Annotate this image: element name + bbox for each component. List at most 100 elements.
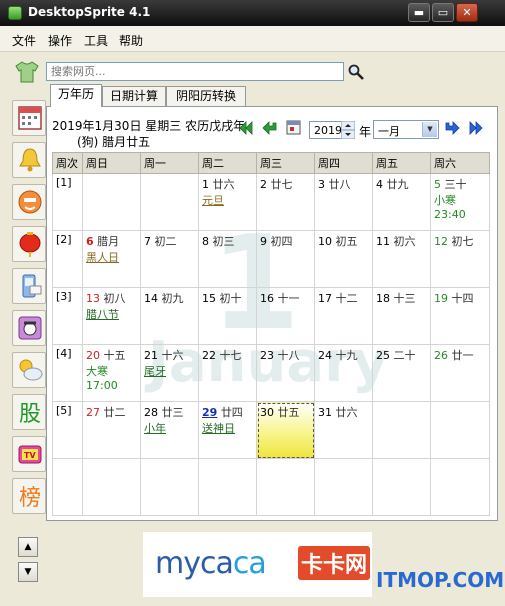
day-cell[interactable]: 26 廿一: [430, 344, 490, 402]
festival-label: 黑人日: [86, 251, 119, 264]
tab-perpetual-calendar[interactable]: 万年历: [50, 84, 102, 107]
day-cell[interactable]: 29 廿四 送神日: [198, 401, 257, 459]
day-cell[interactable]: 11 初六: [372, 230, 431, 288]
solar-day: 27: [86, 406, 100, 419]
close-button[interactable]: ✕: [456, 3, 478, 22]
day-cell[interactable]: 12 初七: [430, 230, 490, 288]
scroll-down-button[interactable]: ▼: [18, 562, 38, 582]
lunar-day: 十一: [277, 292, 300, 305]
day-cell[interactable]: 8 初三: [198, 230, 257, 288]
sidebar-lantern[interactable]: [12, 226, 46, 262]
day-cell[interactable]: 18 十三: [372, 287, 431, 345]
festival-label: 送神日: [202, 422, 235, 435]
search-input[interactable]: [46, 62, 344, 81]
lunar-day: 十三: [393, 292, 416, 305]
sidebar-alarm[interactable]: [12, 142, 46, 178]
lunar-day: 廿八: [328, 178, 351, 191]
day-cell[interactable]: 9 初四: [256, 230, 315, 288]
day-cell[interactable]: 17 十二: [314, 287, 373, 345]
day-cell[interactable]: 5 三十 小寒 23:40: [430, 173, 490, 231]
day-cell[interactable]: 31 廿六: [314, 401, 373, 459]
stock-icon: 股: [19, 402, 41, 426]
day-number: 18 十三: [376, 290, 427, 306]
day-cell[interactable]: 24 十九: [314, 344, 373, 402]
tab-date-calc[interactable]: 日期计算: [102, 86, 166, 106]
lunar-day: 十五: [103, 349, 126, 362]
day-cell[interactable]: 21 十六 尾牙: [140, 344, 199, 402]
lunar-day: 初四: [270, 235, 293, 248]
day-cell[interactable]: 30 廿五: [256, 401, 315, 459]
lunar-day: 廿三: [161, 406, 184, 419]
sidebar-weather[interactable]: [12, 352, 46, 388]
calendar-week-row: [2] 6 腊月 黑人日 7 初二 8 初三 9 初四 10 初五 11 初六 12 初七: [52, 230, 490, 288]
sidebar-rank[interactable]: 榜: [12, 478, 46, 514]
year-spinner-icon[interactable]: [341, 121, 355, 139]
prev-year-icon[interactable]: [237, 119, 255, 137]
sidebar-calendar[interactable]: [12, 100, 46, 136]
day-cell[interactable]: 20 十五 大寒 17:00: [82, 344, 141, 402]
scroll-up-button[interactable]: ▲: [18, 537, 38, 557]
next-year-icon[interactable]: [467, 119, 485, 137]
day-cell[interactable]: 13 初八 腊八节: [82, 287, 141, 345]
sidebar-tv[interactable]: TV: [12, 436, 46, 472]
today-icon[interactable]: [285, 119, 303, 137]
lunar-day: 初九: [161, 292, 184, 305]
ad-banner[interactable]: mycaca 卡卡网: [143, 532, 372, 597]
day-number: 28 廿三: [144, 404, 195, 420]
sidebar-phone[interactable]: [12, 310, 46, 346]
solar-day: 11: [376, 235, 390, 248]
day-cell[interactable]: 19 十四: [430, 287, 490, 345]
day-number: 12 初七: [434, 233, 486, 249]
week-number: [2]: [52, 230, 83, 288]
day-cell[interactable]: 1 廿六 元旦: [198, 173, 257, 231]
search-icon[interactable]: [347, 63, 365, 81]
day-cell[interactable]: 3 廿八: [314, 173, 373, 231]
empty-day-cell: [198, 458, 257, 516]
shirt-icon[interactable]: [15, 61, 39, 83]
menu-help[interactable]: 帮助: [119, 32, 143, 49]
day-cell[interactable]: 6 腊月 黑人日: [82, 230, 141, 288]
day-cell[interactable]: 27 廿二: [82, 401, 141, 459]
solar-day: 20: [86, 349, 100, 362]
lunar-day: 廿一: [451, 349, 474, 362]
day-cell[interactable]: 16 十一: [256, 287, 315, 345]
day-number: 5 三十: [434, 176, 486, 192]
month-select[interactable]: 一月 ▼: [373, 120, 439, 139]
solar-day: 9: [260, 235, 267, 248]
calendar-week-row: [5] 27 廿二 28 廿三 小年 29 廿四 送神日 30 廿五 31 廿六: [52, 401, 490, 459]
sidebar-face[interactable]: [12, 184, 46, 220]
solar-day: 21: [144, 349, 158, 362]
menu-tools[interactable]: 工具: [84, 32, 108, 49]
minimize-button[interactable]: ▬: [408, 3, 430, 22]
day-cell[interactable]: 28 廿三 小年: [140, 401, 199, 459]
solar-day: 5: [434, 178, 441, 191]
day-cell[interactable]: 7 初二: [140, 230, 199, 288]
day-cell[interactable]: 23 十八: [256, 344, 315, 402]
day-cell[interactable]: 22 十七: [198, 344, 257, 402]
empty-day-cell: [372, 458, 431, 516]
day-cell[interactable]: 25 二十: [372, 344, 431, 402]
prev-month-icon[interactable]: [261, 119, 279, 137]
chevron-down-icon[interactable]: ▼: [422, 122, 437, 137]
solar-day: 3: [318, 178, 325, 191]
lunar-date-info: (狗) 腊月廿五: [77, 135, 151, 149]
day-cell[interactable]: 2 廿七: [256, 173, 315, 231]
day-number: 16 十一: [260, 290, 311, 306]
maximize-button[interactable]: ▭: [432, 3, 454, 22]
sidebar-stock[interactable]: 股: [12, 394, 46, 430]
day-number: 21 十六: [144, 347, 195, 363]
day-cell[interactable]: 10 初五: [314, 230, 373, 288]
face-icon: [18, 190, 42, 214]
next-month-icon[interactable]: [443, 119, 461, 137]
solar-day: 15: [202, 292, 216, 305]
menu-operate[interactable]: 操作: [48, 32, 72, 49]
day-cell[interactable]: 14 初九: [140, 287, 199, 345]
menu-file[interactable]: 文件: [12, 32, 36, 49]
day-number: 26 廿一: [434, 347, 486, 363]
weekday-header: 周四: [314, 152, 373, 174]
tab-lunar-convert[interactable]: 阴阳历转换: [166, 86, 246, 106]
window-title: DesktopSprite 4.1: [28, 5, 151, 19]
day-cell[interactable]: 4 廿九: [372, 173, 431, 231]
day-cell[interactable]: 15 初十: [198, 287, 257, 345]
sidebar-sms[interactable]: [12, 268, 46, 304]
